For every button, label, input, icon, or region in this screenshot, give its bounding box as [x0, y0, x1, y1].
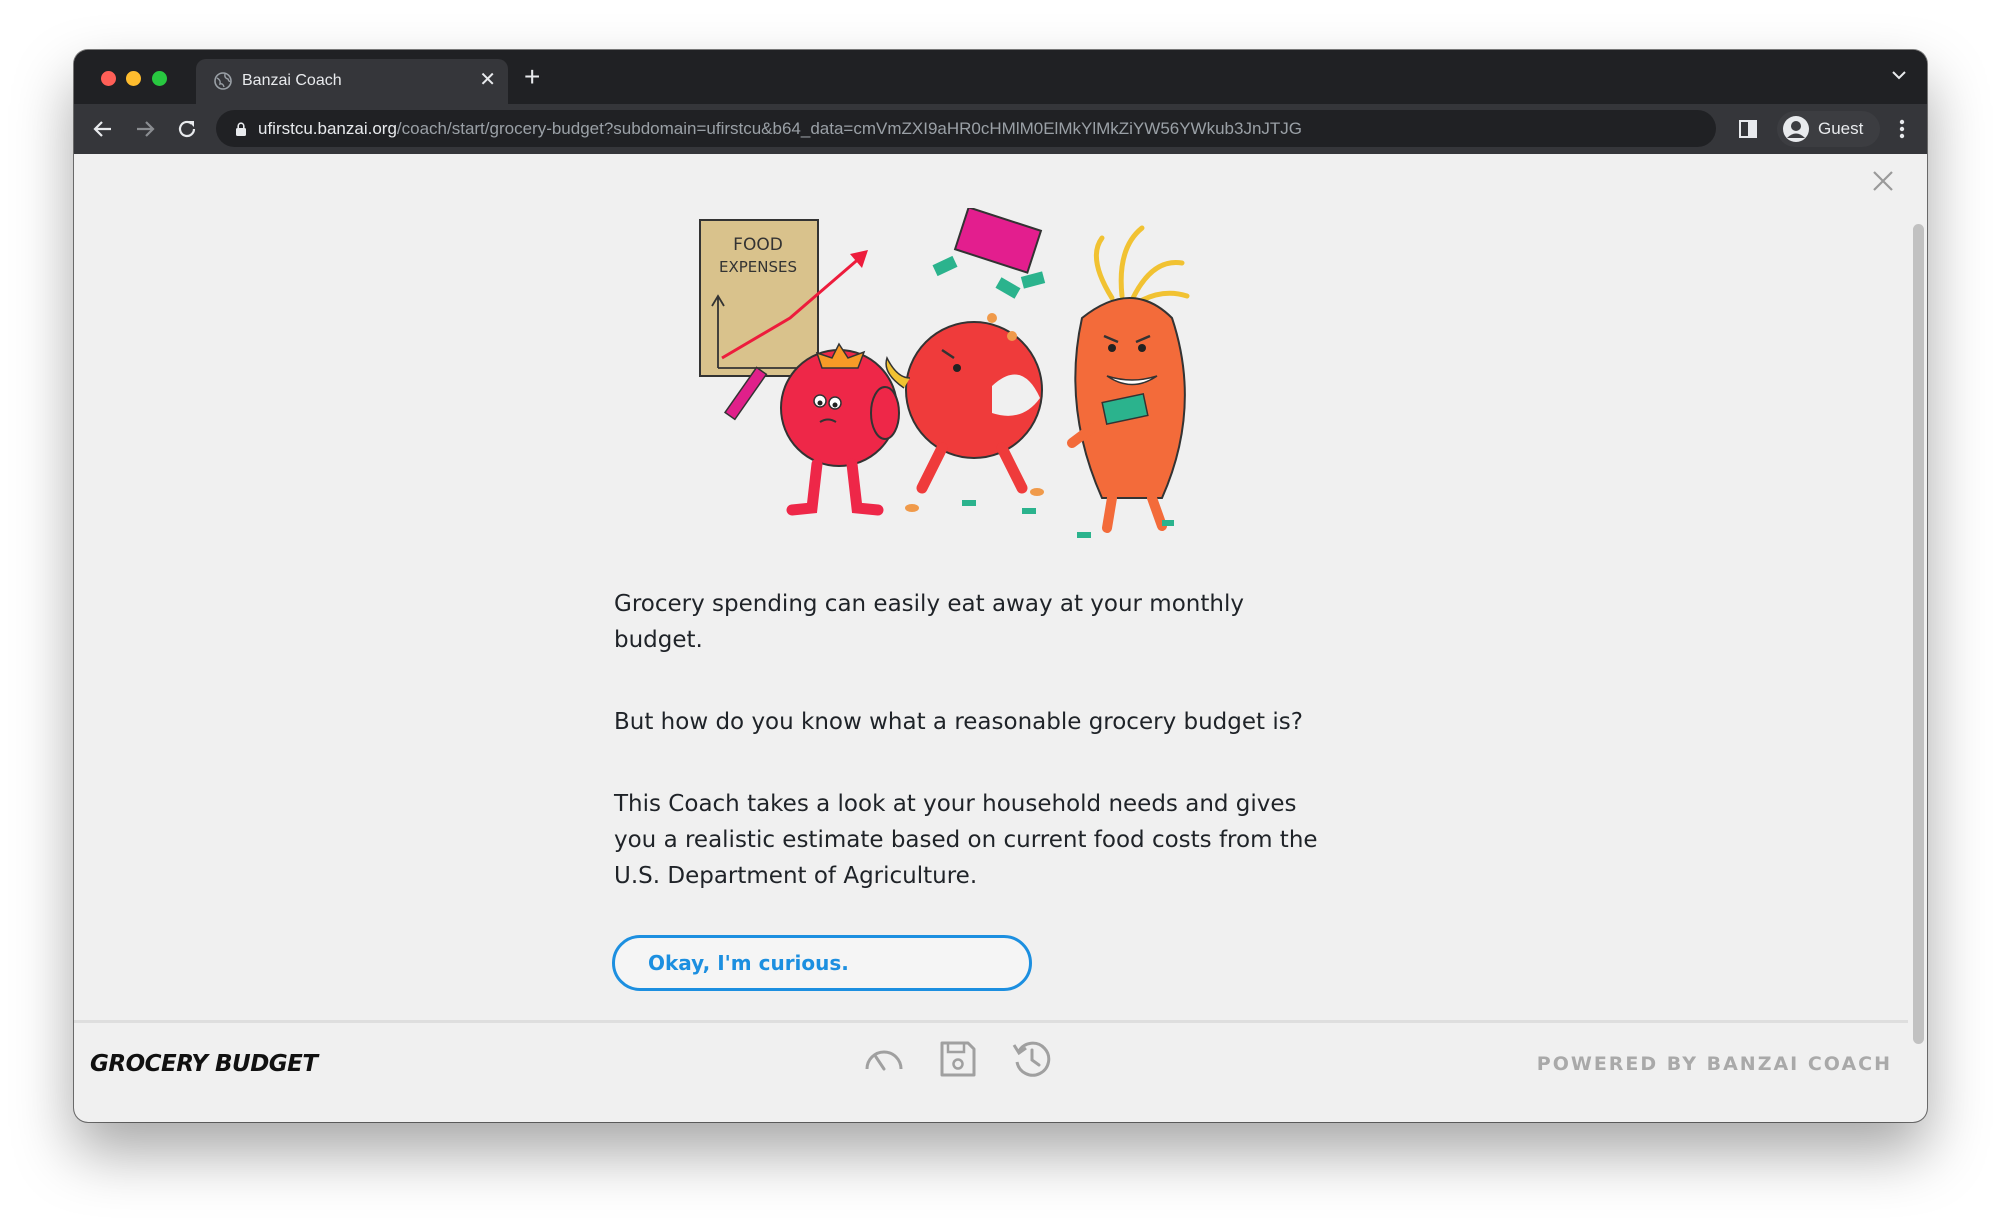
back-arrow-icon[interactable]	[90, 116, 116, 142]
page-viewport: FOOD EXPENSES Grocery spending can easil…	[74, 154, 1927, 1122]
coach-title: GROCERY BUDGET	[90, 1051, 318, 1077]
grocery-characters-illustration: FOOD EXPENSES	[699, 208, 1190, 538]
close-window-button[interactable]	[101, 71, 116, 86]
coach-footer: GROCERY BUDGET POWERED BY BANZAI COACH	[74, 1020, 1908, 1105]
minimize-window-button[interactable]	[126, 71, 141, 86]
start-coach-button[interactable]: Okay, I'm curious.	[612, 935, 1032, 991]
browser-tab[interactable]: Banzai Coach ✕	[196, 59, 508, 104]
browser-window: Banzai Coach ✕ + ufirstcu.banzai.org/coa…	[74, 50, 1927, 1122]
sign-line-2: EXPENSES	[719, 258, 797, 276]
save-icon[interactable]	[936, 1037, 980, 1081]
intro-copy: Grocery spending can easily eat away at …	[614, 586, 1334, 940]
url-host: ufirstcu.banzai.org	[258, 119, 397, 138]
intro-paragraph-3: This Coach takes a look at your househol…	[614, 791, 1318, 889]
intro-paragraph-2: But how do you know what a reasonable gr…	[614, 709, 1303, 735]
close-icon[interactable]	[1870, 168, 1896, 194]
maximize-window-button[interactable]	[152, 71, 167, 86]
browser-toolbar: ufirstcu.banzai.org/coach/start/grocery-…	[74, 104, 1927, 154]
tab-title: Banzai Coach	[242, 72, 342, 89]
powered-by-label: POWERED BY BANZAI COACH	[1536, 1053, 1892, 1075]
tab-close-icon[interactable]: ✕	[479, 69, 496, 91]
address-bar[interactable]: ufirstcu.banzai.org/coach/start/grocery-…	[216, 110, 1716, 147]
profile-label: Guest	[1818, 119, 1864, 138]
carrot-character	[1067, 225, 1190, 538]
tab-strip: Banzai Coach ✕ +	[74, 50, 1927, 104]
more-menu-icon[interactable]	[1890, 116, 1914, 142]
history-icon[interactable]	[1010, 1037, 1054, 1081]
intro-paragraph-1: Grocery spending can easily eat away at …	[614, 591, 1244, 653]
scrollbar-thumb[interactable]	[1913, 224, 1924, 1044]
url-text[interactable]: ufirstcu.banzai.org/coach/start/grocery-…	[258, 119, 1302, 139]
globe-icon	[214, 72, 232, 90]
url-path: /coach/start/grocery-budget?subdomain=uf…	[396, 119, 1303, 138]
chevron-down-icon[interactable]	[1889, 65, 1909, 85]
tomato-character	[780, 342, 900, 516]
piggy-bank-character	[885, 208, 1046, 514]
speedometer-icon[interactable]	[862, 1037, 906, 1081]
sign-line-1: FOOD	[733, 235, 783, 255]
profile-button[interactable]: Guest	[1777, 111, 1880, 147]
lock-icon[interactable]	[234, 121, 248, 137]
avatar-icon	[1783, 116, 1809, 142]
reload-icon[interactable]	[174, 116, 200, 142]
forward-arrow-icon[interactable]	[132, 116, 158, 142]
new-tab-icon[interactable]: +	[524, 62, 540, 92]
side-panel-icon[interactable]	[1737, 118, 1759, 140]
